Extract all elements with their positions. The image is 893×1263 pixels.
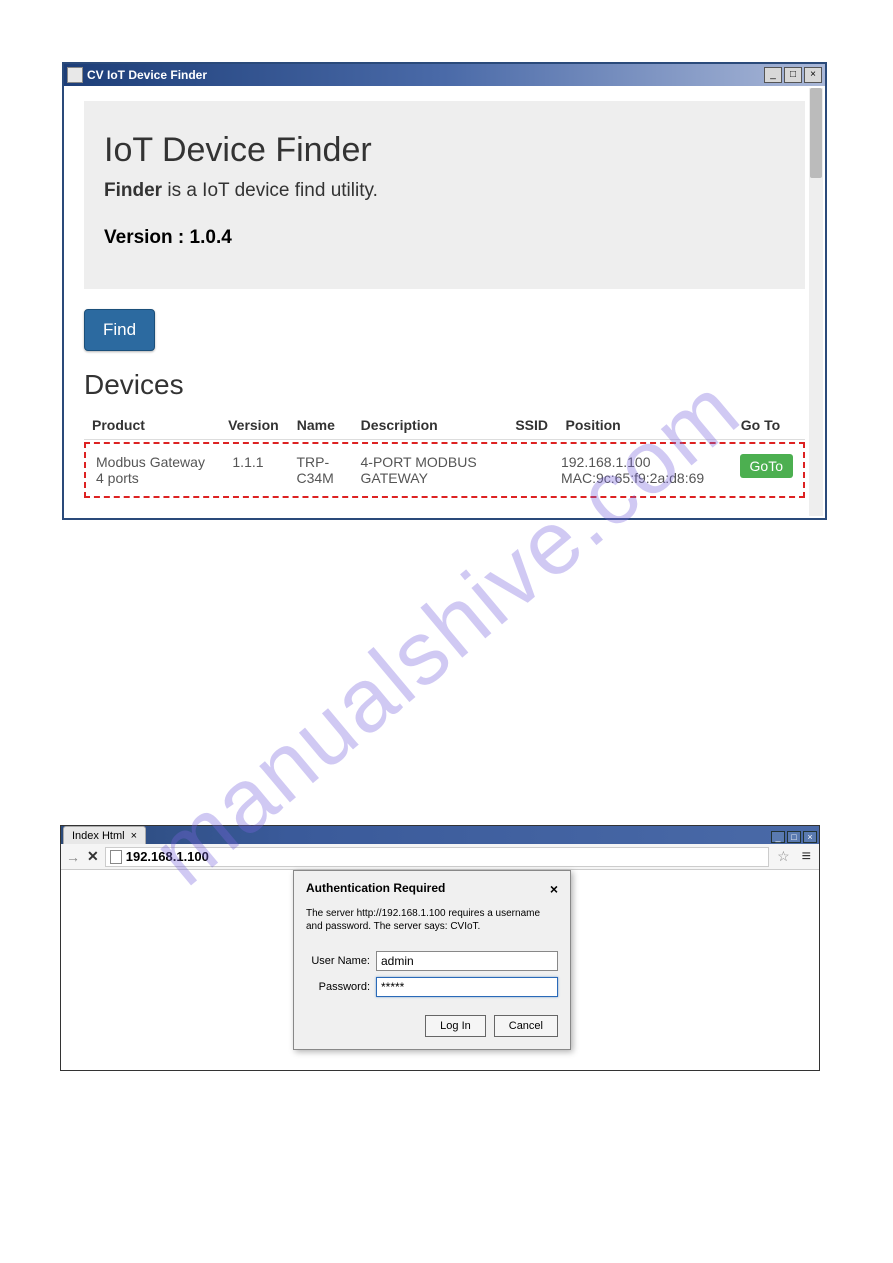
app-description: Finder is a IoT device find utility. — [104, 180, 785, 202]
url-field[interactable]: 192.168.1.100 — [105, 847, 769, 867]
goto-button[interactable]: GoTo — [740, 454, 793, 478]
menu-icon[interactable]: ≡ — [798, 848, 815, 866]
app-heading: IoT Device Finder — [104, 131, 785, 170]
stop-icon[interactable]: ✕ — [85, 848, 101, 865]
username-label: User Name: — [306, 955, 376, 967]
app-icon — [67, 67, 83, 83]
minimize-button[interactable]: _ — [764, 67, 782, 83]
col-goto: Go To — [733, 411, 805, 440]
devices-table: Product Version Name Description SSID Po… — [84, 411, 805, 440]
username-input[interactable] — [376, 951, 558, 971]
col-position: Position — [558, 411, 733, 440]
desc-rest: is a IoT device find utility. — [162, 180, 378, 201]
url-text: 192.168.1.100 — [126, 849, 209, 864]
col-ssid: SSID — [507, 411, 557, 440]
find-button[interactable]: Find — [84, 309, 155, 351]
iot-finder-window: CV IoT Device Finder _ □ × IoT Device Fi… — [62, 62, 827, 520]
browser-close-button[interactable]: × — [803, 831, 817, 843]
address-bar: → ✕ 192.168.1.100 ☆ ≡ — [61, 844, 819, 870]
position-mac: MAC:9c:65:f9:2a:d8:69 — [561, 470, 704, 486]
cancel-button[interactable]: Cancel — [494, 1015, 558, 1037]
cell-version: 1.1.1 — [224, 446, 288, 494]
tab-strip: Index Html × _ □ × — [61, 826, 819, 844]
col-product: Product — [84, 411, 220, 440]
col-version: Version — [220, 411, 289, 440]
password-input[interactable] — [376, 977, 558, 997]
devices-heading: Devices — [84, 369, 805, 401]
cell-ssid — [508, 446, 553, 494]
close-button[interactable]: × — [804, 67, 822, 83]
auth-dialog: Authentication Required × The server htt… — [293, 870, 571, 1050]
cell-position: 192.168.1.100 MAC:9c:65:f9:2a:d8:69 — [553, 446, 729, 494]
cell-description: 4-PORT MODBUS GATEWAY — [353, 446, 508, 494]
cell-product: Modbus Gateway 4 ports — [88, 446, 224, 494]
scrollbar[interactable] — [809, 88, 823, 516]
col-name: Name — [289, 411, 353, 440]
browser-maximize-button[interactable]: □ — [787, 831, 801, 843]
maximize-button[interactable]: □ — [784, 67, 802, 83]
position-ip: 192.168.1.100 — [561, 454, 651, 470]
info-panel: IoT Device Finder Finder is a IoT device… — [84, 101, 805, 289]
version-line: Version : 1.0.4 — [104, 227, 785, 249]
auth-close-icon[interactable]: × — [550, 881, 558, 897]
browser-viewport: Authentication Required × The server htt… — [61, 870, 819, 1070]
forward-icon[interactable]: → — [65, 849, 81, 865]
title-bar: CV IoT Device Finder _ □ × — [64, 64, 825, 86]
login-button[interactable]: Log In — [425, 1015, 486, 1037]
tab-title: Index Html — [72, 830, 125, 842]
bookmark-icon[interactable]: ☆ — [773, 848, 794, 865]
device-row-highlight: Modbus Gateway 4 ports 1.1.1 TRP-C34M 4-… — [84, 442, 805, 498]
version-value: 1.0.4 — [190, 227, 232, 248]
browser-tab[interactable]: Index Html × — [63, 826, 146, 844]
auth-message: The server http://192.168.1.100 requires… — [306, 907, 558, 933]
window-title: CV IoT Device Finder — [87, 68, 764, 82]
password-label: Password: — [306, 981, 376, 993]
auth-title: Authentication Required — [306, 881, 445, 895]
col-description: Description — [353, 411, 508, 440]
version-label: Version : — [104, 227, 190, 248]
browser-minimize-button[interactable]: _ — [771, 831, 785, 843]
tab-close-icon[interactable]: × — [131, 830, 137, 842]
scroll-thumb[interactable] — [810, 88, 822, 178]
table-row: Modbus Gateway 4 ports 1.1.1 TRP-C34M 4-… — [88, 446, 801, 494]
cell-name: TRP-C34M — [288, 446, 352, 494]
browser-window: Index Html × _ □ × → ✕ 192.168.1.100 ☆ ≡… — [60, 825, 820, 1071]
page-icon — [110, 850, 122, 864]
desc-bold: Finder — [104, 180, 162, 201]
